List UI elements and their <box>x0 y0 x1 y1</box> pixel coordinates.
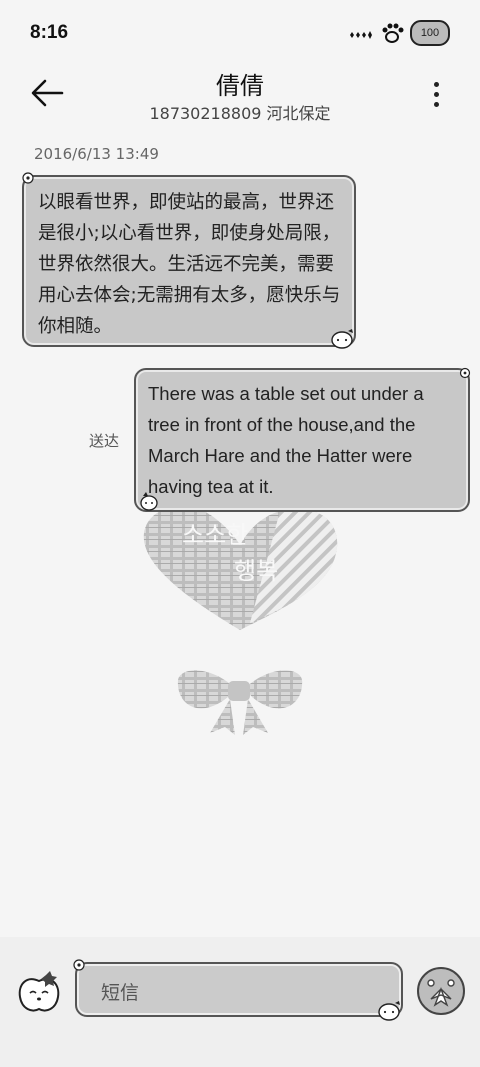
outgoing-message-text: There was a table set out under a tree i… <box>148 383 424 497</box>
paw-icon <box>382 23 404 43</box>
incoming-message-bubble[interactable]: 以眼看世界，即使站的最高，世界还是很小;以心看世界，即使身处局限，世界依然很大。… <box>22 172 356 349</box>
cat-face-icon <box>140 492 158 511</box>
status-icons: 100 <box>348 20 450 46</box>
message-input-placeholder: 短信 <box>101 982 140 1004</box>
battery-icon: 100 <box>410 20 450 46</box>
composer-bar: 短信 <box>0 937 480 1067</box>
signal-icon <box>350 31 372 39</box>
outgoing-message-bubble[interactable]: There was a table set out under a tree i… <box>134 367 471 512</box>
cat-face-icon <box>378 1001 400 1021</box>
cat-face-icon <box>331 329 353 349</box>
status-time: 8:16 <box>30 22 69 43</box>
heart-bow-wallpaper: 소소한 행복 <box>143 506 338 735</box>
contact-name: 倩倩 <box>216 72 264 100</box>
more-vertical-icon[interactable] <box>432 82 440 110</box>
message-timestamp: 2016/6/13 13:49 <box>34 145 159 163</box>
delivered-status: 送达 <box>89 432 120 450</box>
conversation-header: 倩倩 18730218809 河北保定 <box>0 62 480 128</box>
incoming-message-text: 以眼看世界，即使站的最高，世界还是很小;以心看世界，即使身处局限，世界依然很大。… <box>38 192 341 337</box>
message-input[interactable]: 短信 <box>73 959 403 1021</box>
wallpaper-text-2: 행복 <box>234 557 278 585</box>
send-icon[interactable] <box>415 965 467 1017</box>
flower-icon <box>22 172 34 184</box>
wallpaper-text-1: 소소한 <box>182 521 248 549</box>
flower-icon <box>459 367 471 379</box>
contact-number-location: 18730218809 河北保定 <box>149 104 331 123</box>
flower-icon <box>73 959 85 971</box>
sms-conversation-screen: 8:16 100 倩倩 18730218809 河北保定 2016/6/13 1… <box>0 0 480 1067</box>
apple-face-icon[interactable] <box>16 969 62 1015</box>
status-bar: 8:16 100 <box>0 0 480 62</box>
